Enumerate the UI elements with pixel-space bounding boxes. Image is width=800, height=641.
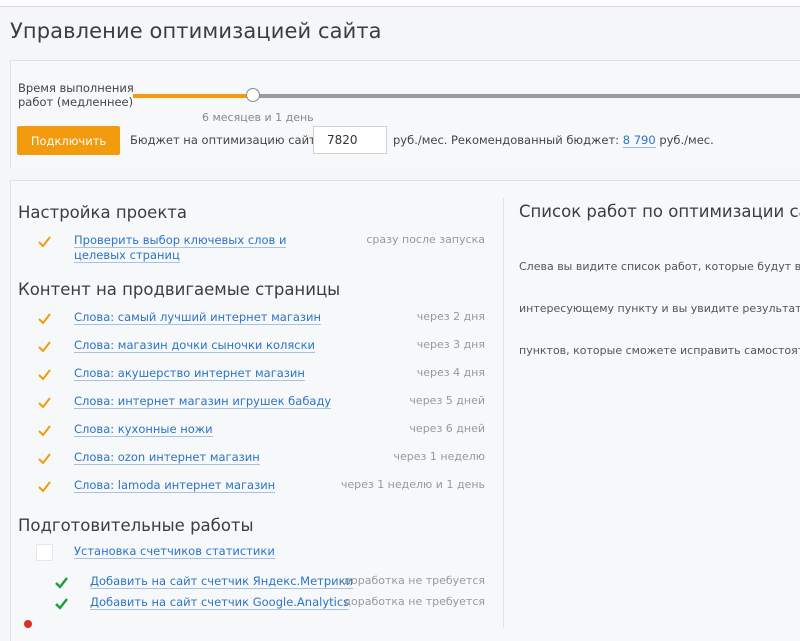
check-green-icon bbox=[55, 598, 68, 610]
prep-task-time: доработка не требуется bbox=[343, 574, 485, 587]
column-divider bbox=[503, 198, 504, 628]
content-task-label: Слова: интернет магазин игрушек бабаду bbox=[74, 394, 332, 409]
task-link-line2: целевых страниц bbox=[74, 248, 180, 263]
content-task-time: через 1 неделю и 1 день bbox=[340, 478, 485, 491]
content-task-link[interactable]: Слова: самый лучший интернет магазин bbox=[74, 310, 322, 325]
right-panel-description: Слева вы видите список работ, которые бу… bbox=[519, 232, 800, 372]
content-task-time: через 2 дня bbox=[416, 310, 485, 323]
settings-panel bbox=[10, 60, 800, 169]
check-orange-icon bbox=[38, 369, 51, 381]
content-task-label: Слова: кухонные ножи bbox=[74, 422, 213, 437]
prep-task-link[interactable]: Добавить на сайт счетчик Яндекс.Метрики bbox=[90, 574, 354, 589]
slider-handle[interactable] bbox=[246, 88, 261, 102]
check-orange-icon bbox=[38, 397, 51, 409]
task-link-counters[interactable]: Установка счетчиков статистики bbox=[74, 544, 275, 559]
check-orange-icon bbox=[38, 341, 51, 353]
check-orange-icon bbox=[38, 425, 51, 437]
recommended-label: Рекомендованный бюджет: bbox=[451, 133, 620, 147]
check-orange-icon bbox=[38, 453, 51, 465]
recommended-unit: руб./мес. bbox=[659, 133, 714, 147]
desc-line3: пунктов, которые сможете исправить самос… bbox=[519, 344, 800, 357]
section-title-setup: Настройка проекта bbox=[18, 203, 188, 222]
task-link-keywords[interactable]: Проверить выбор ключевых слов и целевых … bbox=[74, 233, 287, 263]
prep-task-label: Добавить на сайт счетчик Google.Analytic… bbox=[90, 595, 350, 610]
prep-task-time: доработка не требуется bbox=[343, 595, 485, 608]
content-task-label: Слова: акушерство интернет магазин bbox=[74, 366, 305, 381]
check-orange-icon bbox=[38, 481, 51, 493]
group-checkbox[interactable] bbox=[36, 544, 53, 561]
budget-label: Бюджет на оптимизацию сайта: bbox=[130, 133, 327, 147]
task-time: сразу после запуска bbox=[366, 233, 485, 246]
check-green-icon bbox=[55, 577, 68, 589]
content-task-time: через 4 дня bbox=[416, 366, 485, 379]
desc-line1: Слева вы видите список работ, которые бу… bbox=[519, 260, 800, 273]
content-task-label: Слова: ozon интернет магазин bbox=[74, 450, 260, 465]
top-bar bbox=[0, 0, 800, 7]
prep-task-label: Добавить на сайт счетчик Яндекс.Метрики bbox=[90, 574, 354, 589]
task-link-counters-label: Установка счетчиков статистики bbox=[74, 544, 275, 559]
recommended-budget: Рекомендованный бюджет: 8 790 руб./мес. bbox=[451, 133, 714, 148]
recommended-budget-link[interactable]: 8 790 bbox=[622, 133, 656, 148]
slider-label-line1: Время выполнения bbox=[18, 81, 134, 95]
content-task-link[interactable]: Слова: интернет магазин игрушек бабаду bbox=[74, 394, 332, 409]
desc-line2: интересующему пункту и вы увидите резуль… bbox=[519, 302, 800, 315]
content-task-link[interactable]: Слова: ozon интернет магазин bbox=[74, 450, 260, 465]
task-link-line1: Проверить выбор ключевых слов и bbox=[74, 233, 287, 248]
slider-fill bbox=[133, 94, 254, 98]
check-orange-icon bbox=[38, 236, 51, 248]
content-task-link[interactable]: Слова: lamoda интернет магазин bbox=[74, 478, 276, 493]
content-task-time: через 3 дня bbox=[416, 338, 485, 351]
page-title: Управление оптимизацией сайта bbox=[10, 19, 382, 43]
content-task-label: Слова: магазин дочки сыночки коляски bbox=[74, 338, 316, 353]
duration-text: 6 месяцев и 1 день bbox=[202, 111, 314, 124]
content-task-link[interactable]: Слова: акушерство интернет магазин bbox=[74, 366, 305, 381]
right-panel-title: Список работ по оптимизации сайт bbox=[519, 202, 800, 221]
budget-unit: руб./мес. bbox=[393, 133, 448, 147]
section-title-content: Контент на продвигаемые страницы bbox=[18, 280, 341, 299]
content-task-link[interactable]: Слова: магазин дочки сыночки коляски bbox=[74, 338, 316, 353]
content-task-time: через 1 неделю bbox=[393, 450, 485, 463]
section-title-prep: Подготовительные работы bbox=[18, 516, 254, 535]
content-task-link[interactable]: Слова: кухонные ножи bbox=[74, 422, 213, 437]
check-orange-icon bbox=[38, 313, 51, 325]
budget-input[interactable] bbox=[313, 126, 387, 154]
content-task-time: через 5 дней bbox=[409, 394, 485, 407]
error-status-icon bbox=[24, 620, 32, 628]
slider-label-line2: работ (медленнее) bbox=[18, 95, 134, 109]
content-task-label: Слова: lamoda интернет магазин bbox=[74, 478, 276, 493]
slider-label: Время выполнения работ (медленнее) bbox=[18, 81, 134, 109]
connect-button[interactable]: Подключить bbox=[17, 126, 120, 155]
duration-slider[interactable] bbox=[133, 94, 800, 98]
content-task-label: Слова: самый лучший интернет магазин bbox=[74, 310, 322, 325]
content-task-time: через 6 дней bbox=[409, 422, 485, 435]
prep-task-link[interactable]: Добавить на сайт счетчик Google.Analytic… bbox=[90, 595, 350, 610]
